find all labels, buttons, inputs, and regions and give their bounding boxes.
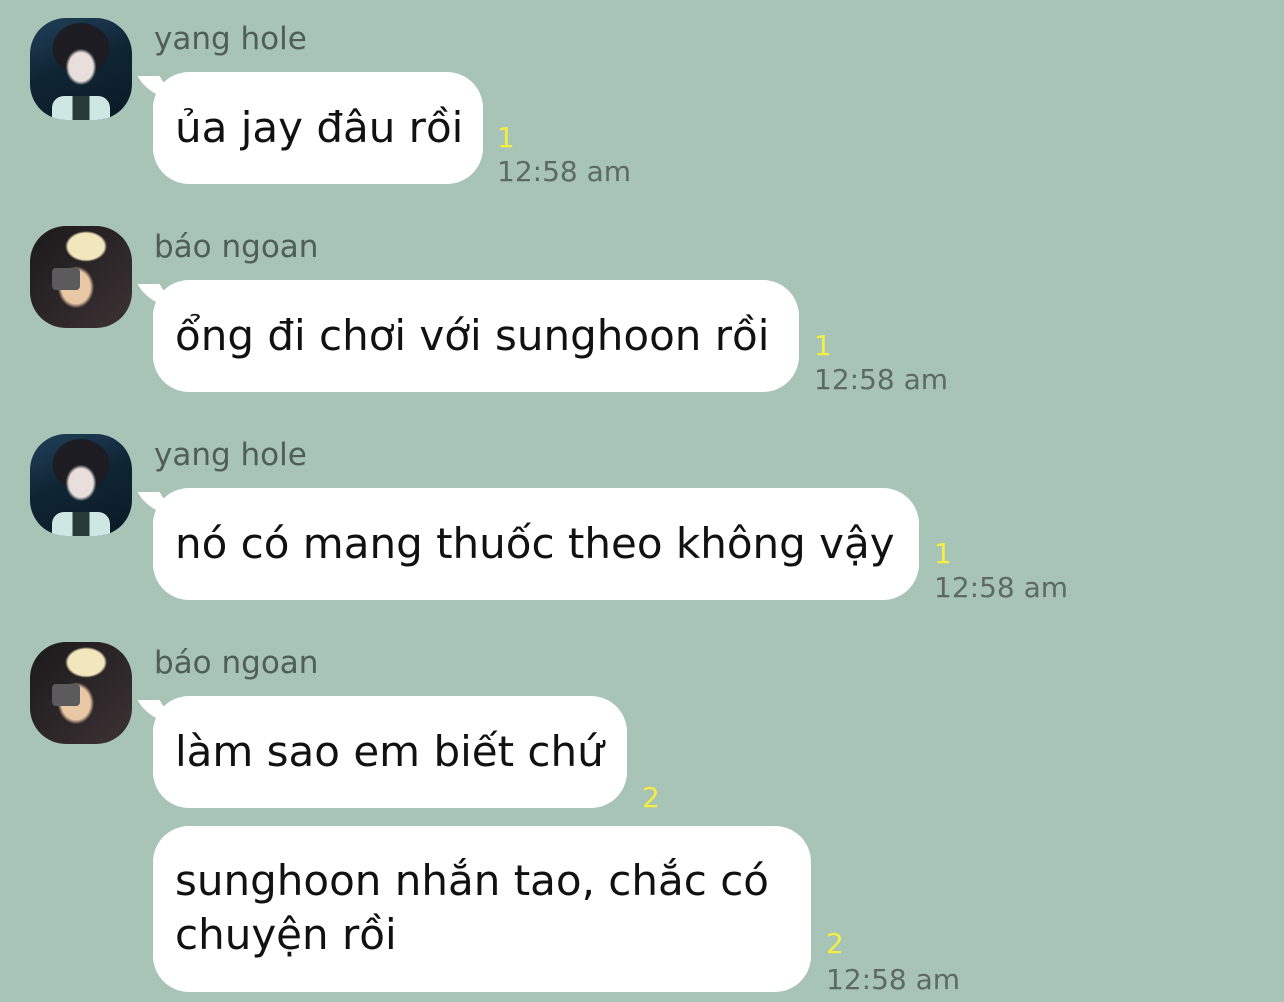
message-bubble[interactable]: nó có mang thuốc theo không vậy <box>153 488 919 600</box>
message-timestamp: 12:58 am <box>826 963 961 996</box>
chat-message-list[interactable]: yang hole ủa jay đâu rồi 1 12:58 am báo … <box>0 0 1284 1002</box>
unread-count: 2 <box>642 781 660 814</box>
unread-count: 2 <box>826 927 844 960</box>
message-text-line: chuyện rồi <box>175 910 397 959</box>
message-text: ủa jay đâu rồi <box>175 103 464 152</box>
avatar-bao-ngoan[interactable] <box>30 226 132 328</box>
message-bubble[interactable]: sunghoon nhắn tao, chắc có chuyện rồi <box>153 826 811 992</box>
sender-name: yang hole <box>154 21 307 57</box>
avatar-image <box>52 96 110 120</box>
sender-name: yang hole <box>154 437 307 473</box>
message-timestamp: 12:58 am <box>497 155 632 188</box>
unread-count: 1 <box>497 121 515 154</box>
sender-name: báo ngoan <box>154 645 319 681</box>
avatar-image <box>52 684 80 706</box>
unread-count: 1 <box>814 329 832 362</box>
unread-count: 1 <box>934 537 952 570</box>
message-text: sunghoon nhắn tao, chắc có chuyện rồi <box>175 854 769 962</box>
message-text-line: sunghoon nhắn tao, chắc có <box>175 856 769 905</box>
avatar-image <box>52 512 110 536</box>
avatar-yang-hole[interactable] <box>30 18 132 120</box>
message-timestamp: 12:58 am <box>814 363 949 396</box>
sender-name: báo ngoan <box>154 229 319 265</box>
message-bubble[interactable]: làm sao em biết chứ <box>153 696 627 808</box>
message-bubble[interactable]: ủa jay đâu rồi <box>153 72 483 184</box>
avatar-bao-ngoan[interactable] <box>30 642 132 744</box>
avatar-yang-hole[interactable] <box>30 434 132 536</box>
message-timestamp: 12:58 am <box>934 571 1069 604</box>
message-bubble[interactable]: ổng đi chơi với sunghoon rồi <box>153 280 799 392</box>
avatar-image <box>52 268 80 290</box>
message-text: làm sao em biết chứ <box>175 727 604 776</box>
message-text: nó có mang thuốc theo không vậy <box>175 519 895 568</box>
message-text: ổng đi chơi với sunghoon rồi <box>175 311 770 360</box>
